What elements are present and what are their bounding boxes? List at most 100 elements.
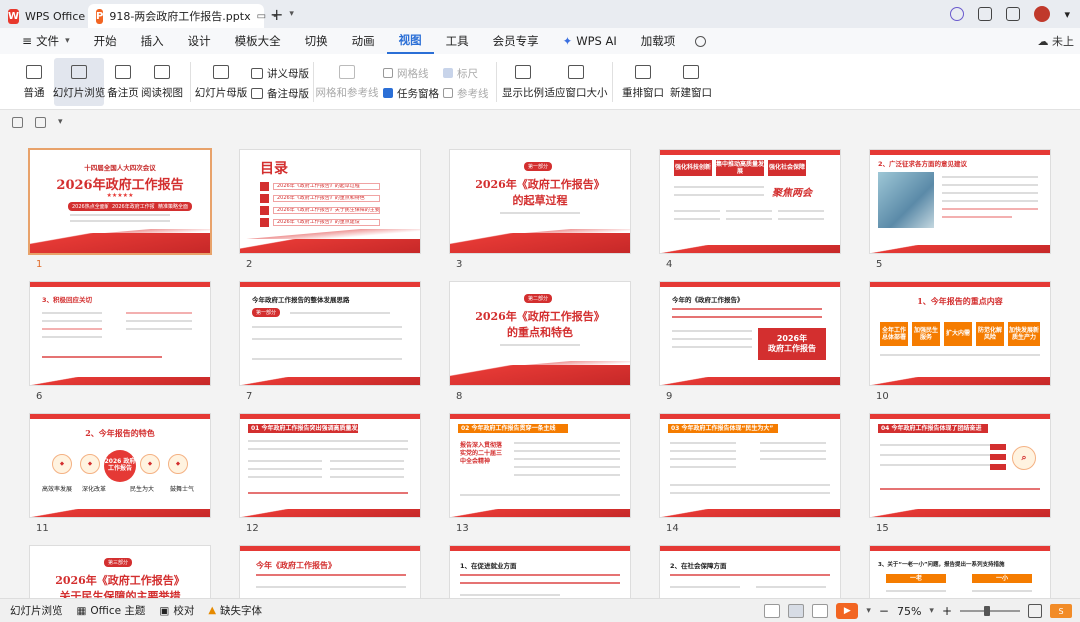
slide-thumbnail-6[interactable]: 3、积极回应关切	[30, 282, 210, 385]
toc-number-marker	[260, 194, 269, 203]
zoom-button[interactable]: 显示比例	[502, 58, 544, 106]
slide-thumbnail-17[interactable]: 今年《政府工作报告》	[240, 546, 420, 598]
zoom-slider-knob[interactable]	[984, 606, 991, 616]
play-chevron-icon[interactable]: ▾	[866, 606, 871, 616]
slide-thumbnail-7[interactable]: 今年政府工作报告的整体发展思路 第一部分	[240, 282, 420, 385]
slide-thumbnail-8[interactable]: 第二部分 2026年《政府工作报告》 的重点和特色	[450, 282, 630, 385]
gridlines-checkbox[interactable]: 网格线	[383, 64, 429, 82]
handout-master-icon	[251, 67, 263, 79]
slide5-text-line	[942, 184, 1038, 186]
tab-screen-icon[interactable]: ▭	[257, 11, 266, 22]
fit-window-button[interactable]: 适应窗口大小	[545, 58, 608, 106]
reading-view-button[interactable]: 阅读视图	[141, 58, 183, 106]
slide10-title: 1、今年报告的重点内容	[917, 296, 1003, 306]
fit-slide-icon[interactable]	[1028, 604, 1042, 618]
ai-assistant-icon[interactable]	[950, 7, 965, 21]
menu-home[interactable]: 开始	[82, 28, 129, 54]
menu-transitions[interactable]: 切换	[293, 28, 340, 54]
cloud-sync-status[interactable]: ☁ 未上	[1038, 33, 1075, 49]
slide-thumbnail-15[interactable]: 04 今年政府工作报告体现了团结奋进 ⌕	[870, 414, 1050, 517]
quick-chevron-icon[interactable]: ▾	[58, 117, 63, 127]
slide-master-button[interactable]: 幻灯片母版	[195, 58, 247, 106]
slide-thumbnail-4[interactable]: 强化科技创新 集中推动高质量发展 强化社会保障 聚焦两会	[660, 150, 840, 253]
slide12-text-line	[248, 476, 322, 478]
slide16-subtitle: 关于民生保障的主要举措	[59, 590, 181, 598]
menu-wps-ai[interactable]: ✦ WPS AI	[551, 28, 629, 54]
save-icon[interactable]	[35, 116, 46, 128]
slide-thumbnail-12[interactable]: 01 今年政府工作报告突出强调高质量发展	[240, 414, 420, 517]
slide14-text-line	[760, 450, 826, 452]
reading-view-toggle[interactable]	[812, 604, 829, 618]
zoom-in-icon[interactable]: +	[942, 604, 952, 618]
grid-guides-button[interactable]: 网格和参考线	[316, 58, 379, 106]
more-chevron-icon[interactable]: ▾	[1064, 8, 1070, 21]
document-tab[interactable]: P 918-两会政府工作报告.pptx ▭ •	[88, 4, 278, 28]
notes-page-button[interactable]: 备注页	[104, 58, 142, 106]
slide1-stars: ★★★★★	[106, 192, 134, 199]
zoom-level[interactable]: 75%	[897, 605, 921, 618]
slide-sorter-toggle[interactable]	[788, 604, 805, 618]
slide4-text-line	[778, 210, 824, 212]
play-slideshow-button[interactable]: ▶	[836, 603, 859, 619]
user-avatar[interactable]	[1034, 6, 1051, 22]
slide-thumbnail-16[interactable]: 第三部分 2026年《政府工作报告》 关于民生保障的主要举措	[30, 546, 210, 598]
ruler-checkbox[interactable]: 标尺	[443, 64, 478, 82]
zoom-slider[interactable]	[960, 606, 1020, 616]
arrange-window-button[interactable]: 重排窗口	[618, 58, 668, 106]
task-pane-checkbox[interactable]: 任务窗格	[383, 84, 439, 102]
wps-logo-icon: W	[8, 8, 20, 24]
slide-number: 10	[876, 391, 889, 402]
cube-icon[interactable]	[1006, 7, 1021, 21]
slide-thumbnail-13[interactable]: 02 今年政府工作报告贯穿一条主线 报告深入贯彻落实党的二十届三中全会精神	[450, 414, 630, 517]
normal-view-toggle[interactable]	[764, 604, 781, 618]
slide15-top-bar	[870, 414, 1050, 419]
menu-tools[interactable]: 工具	[434, 28, 481, 54]
slide-thumbnail-5[interactable]: 2、广泛征求各方面的意见建议	[870, 150, 1050, 253]
slide-thumbnail-9[interactable]: 今年的《政府工作报告》 2026年 政府工作报告	[660, 282, 840, 385]
slide-thumbnail-14[interactable]: 03 今年政府工作报告体现“民生为大”	[660, 414, 840, 517]
tab-list-chevron-icon[interactable]: ▾	[289, 9, 294, 19]
menu-animation[interactable]: 动画	[340, 28, 387, 54]
input-method-icon[interactable]: S	[1050, 604, 1072, 618]
slide5-text-line	[942, 216, 1012, 218]
home-tab[interactable]: W WPS Office	[0, 4, 88, 28]
menu-addins[interactable]: 加载项	[629, 28, 688, 54]
handout-master-button[interactable]: 讲义母版	[251, 64, 309, 82]
slide4-top-bar	[660, 150, 840, 155]
slide-thumbnail-3[interactable]: 第一部分 2026年《政府工作报告》 的起草过程	[450, 150, 630, 253]
slide-thumbnail-1[interactable]: 十四届全国人大四次会议 2026年政府工作报告 ★★★★★ 2026热点全面解读…	[30, 150, 210, 253]
zoom-out-icon[interactable]: −	[879, 604, 889, 618]
magnifier-icon: ⌕	[1012, 446, 1036, 470]
zoom-chevron-icon[interactable]: ▾	[929, 606, 934, 616]
normal-view-button[interactable]: 普通	[14, 58, 54, 106]
menu-templates[interactable]: 模板大全	[223, 28, 293, 54]
slide13-red-band	[450, 509, 630, 517]
slide-thumbnail-20[interactable]: 3、关于“一老一小”问题，报告提出一系列支持措施 一老 一小	[870, 546, 1050, 598]
crop-icon[interactable]	[12, 116, 23, 128]
menu-design[interactable]: 设计	[176, 28, 223, 54]
search-icon[interactable]	[695, 35, 707, 47]
slide-sorter-icon	[71, 65, 87, 79]
file-menu[interactable]: ≡ 文件 ▾	[10, 28, 82, 54]
theme-button[interactable]: ▦ Office 主题	[77, 603, 146, 618]
missing-font-label: 缺失字体	[220, 605, 263, 617]
proofread-button[interactable]: ▣ 校对	[159, 603, 194, 618]
slide-thumbnail-11[interactable]: 2、今年报告的特色 2026 政府工作报告 ◆ ◆ ◆ ◆ 高效率发展 深化改革…	[30, 414, 210, 517]
notes-master-button[interactable]: 备注母版	[251, 84, 309, 102]
window-copy-icon[interactable]	[978, 7, 993, 21]
slide1-title: 2026年政府工作报告	[56, 178, 184, 193]
guides-checkbox[interactable]: 参考线	[443, 84, 489, 102]
slide-thumbnail-10[interactable]: 1、今年报告的重点内容 全年工作总体部署 加强民生服务 扩大内需 防范化解风险 …	[870, 282, 1050, 385]
slide-thumbnail-18[interactable]: 1、在促进就业方面	[450, 546, 630, 598]
menu-view[interactable]: 视图	[386, 28, 434, 54]
slide-sorter-button[interactable]: 幻灯片浏览	[53, 58, 105, 106]
menu-insert[interactable]: 插入	[129, 28, 176, 54]
document-tab-label: 918-两会政府工作报告.pptx	[109, 10, 251, 23]
slide-thumbnail-2[interactable]: 目录 2026年《政府工作报告》的起草过程 2026年《政府工作报告》的重点和特…	[240, 150, 420, 253]
new-window-button[interactable]: 新建窗口	[670, 58, 712, 106]
new-tab-plus-icon[interactable]: +	[270, 5, 283, 24]
missing-font-button[interactable]: ▲ 缺失字体	[208, 603, 262, 618]
menu-member[interactable]: 会员专享	[481, 28, 551, 54]
notes-page-label: 备注页	[107, 87, 139, 99]
slide-thumbnail-19[interactable]: 2、在社会保障方面	[660, 546, 840, 598]
